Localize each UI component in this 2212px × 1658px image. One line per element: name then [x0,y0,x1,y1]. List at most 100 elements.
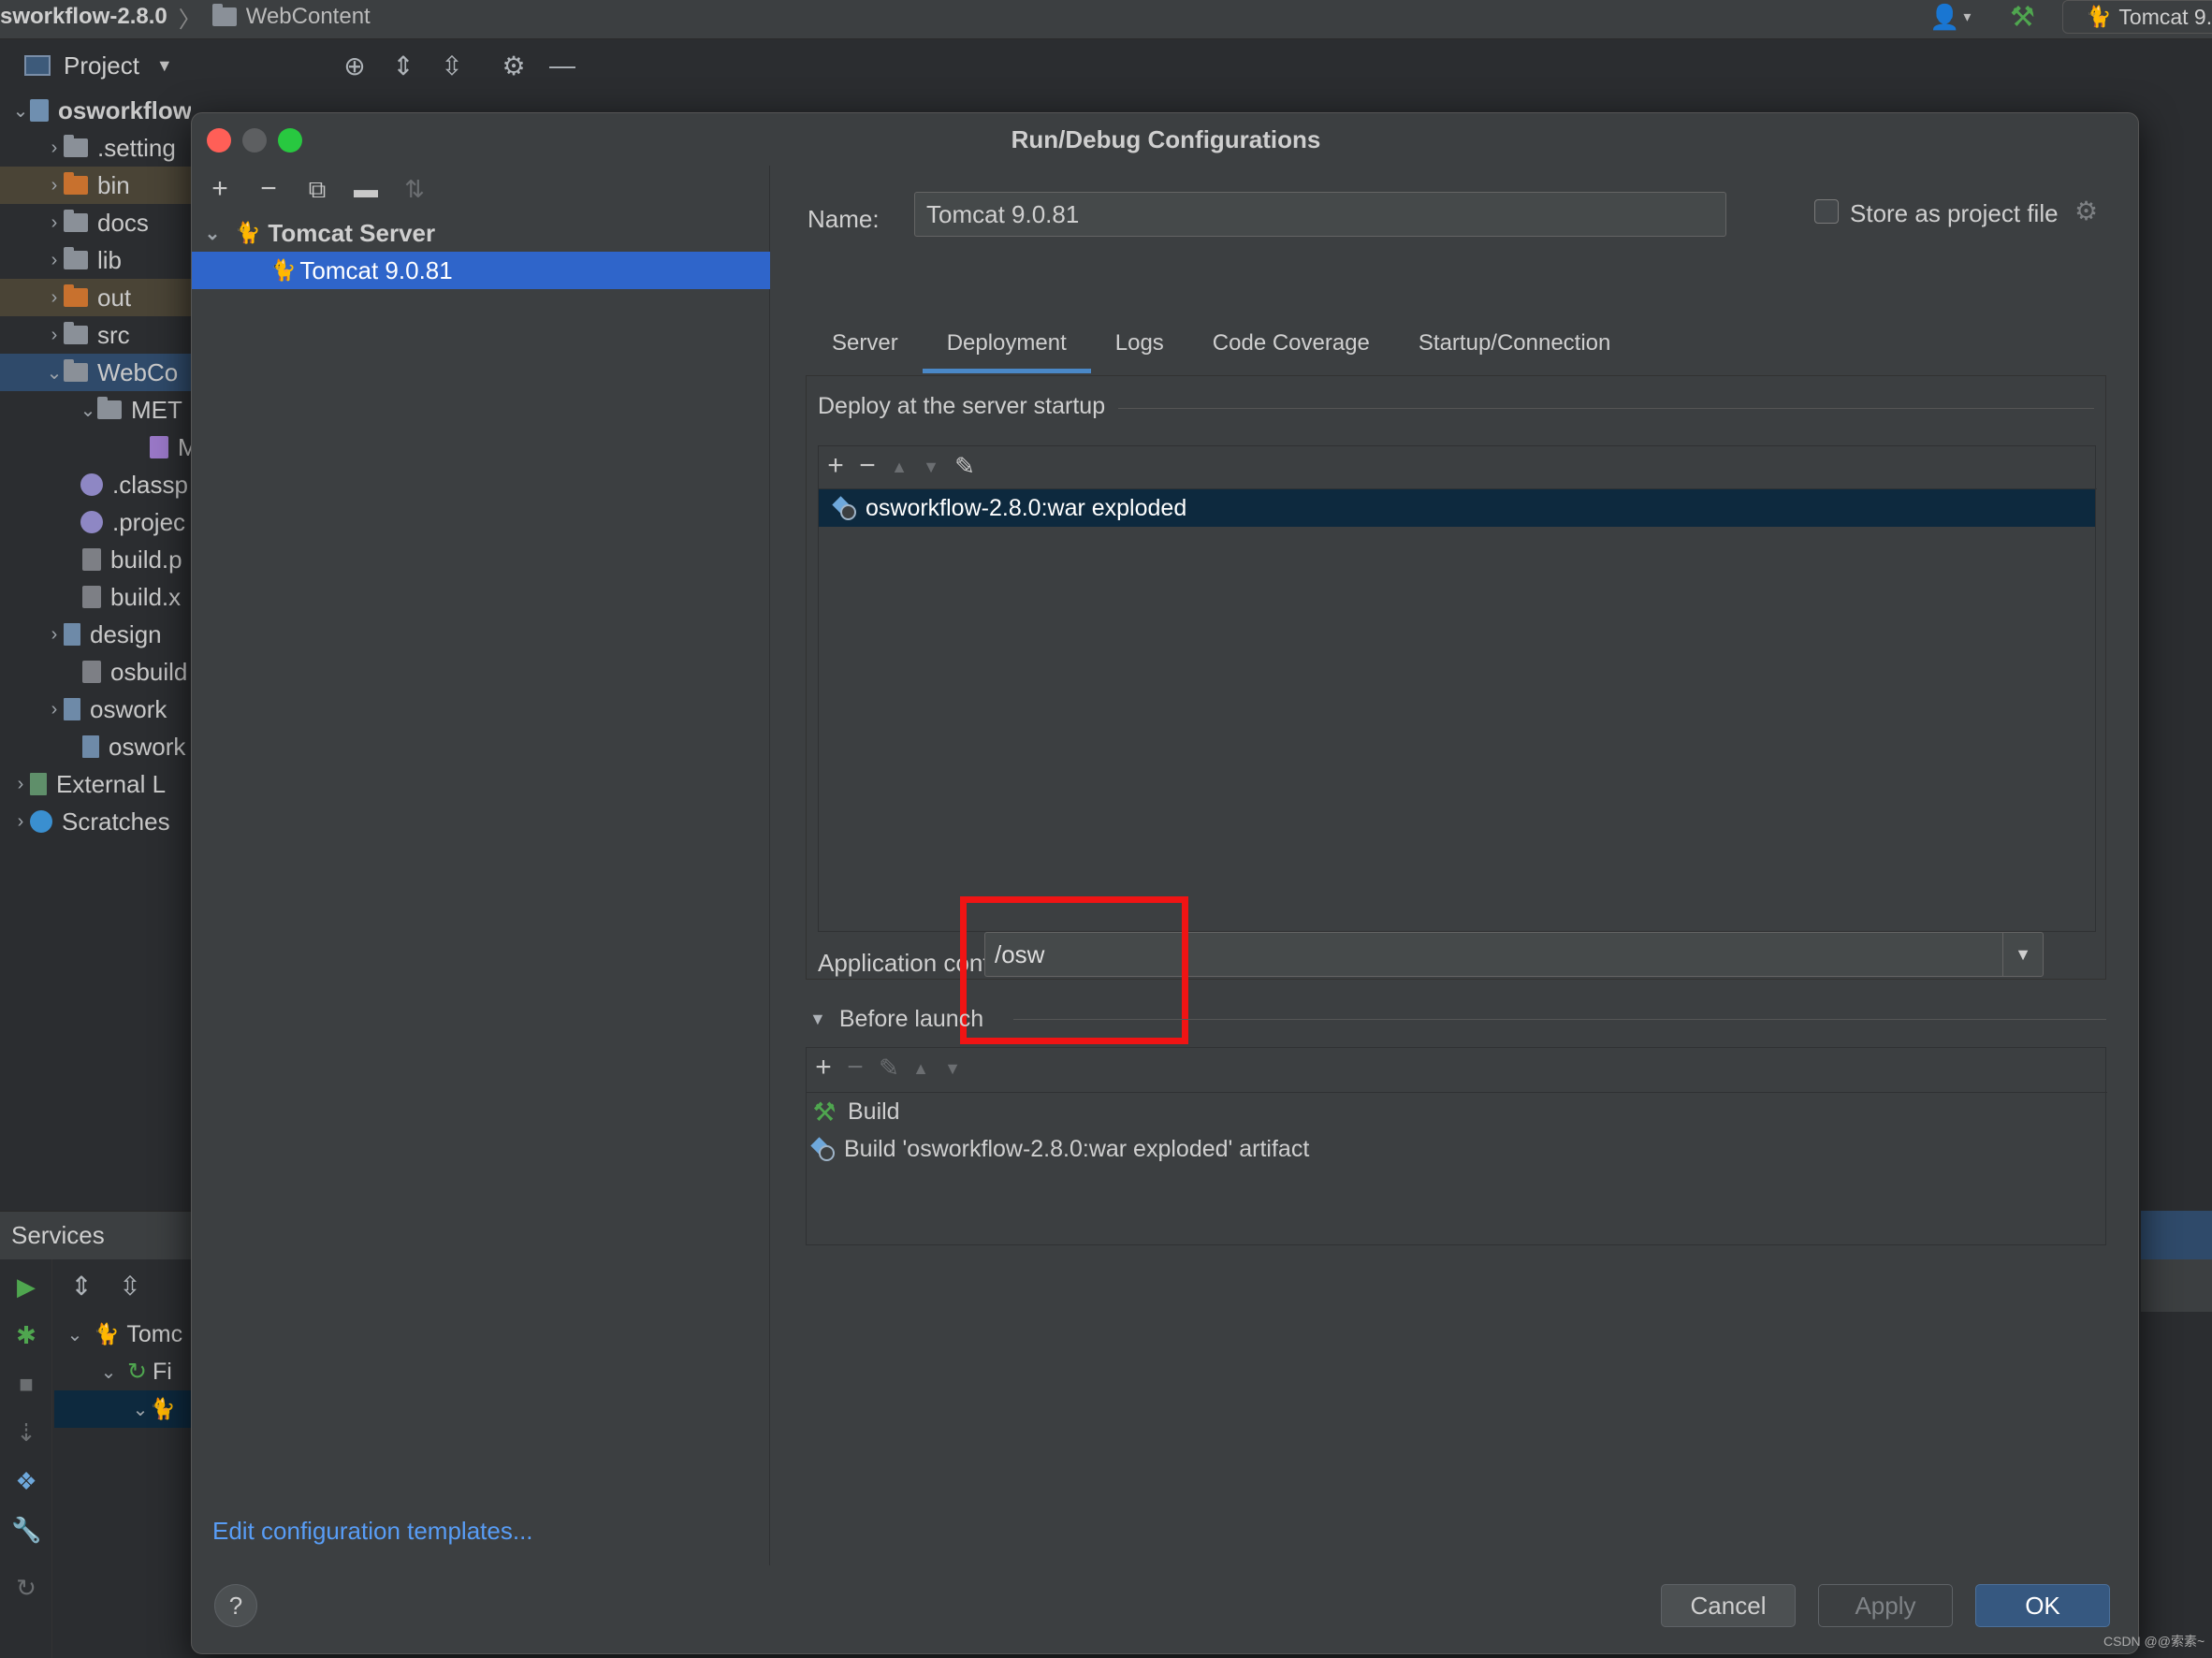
gear-icon[interactable]: ⚙ [498,51,530,81]
tree-item[interactable]: ⌄ MET [0,391,191,429]
tree-item[interactable]: › bin [0,167,191,204]
expand-all-icon[interactable]: ⇕ [387,51,419,81]
move-up-icon[interactable]: ▲ [904,1059,938,1079]
expand-all-icon[interactable]: ⇕ [65,1271,97,1302]
chevron-down-icon[interactable]: ▼ [156,56,173,76]
chevron-right-icon: › [51,211,58,233]
new-folder-icon[interactable]: ▬ [349,175,383,204]
tree-item[interactable]: build.p [0,541,191,578]
ant-build-file-icon [82,586,101,608]
tree-item-root[interactable]: ⌄ osworkflow-2.8.0 ~/workspace/idea_work… [0,92,191,129]
remove-icon[interactable]: − [838,1052,872,1084]
tree-item[interactable]: › design [0,616,191,653]
tab-code-coverage[interactable]: Code Coverage [1188,313,1394,373]
services-item[interactable]: ⌄ ↻ Fi [99,1353,172,1390]
tree-item[interactable]: M [0,429,191,466]
remove-icon[interactable]: − [252,173,285,205]
tab-deployment[interactable]: Deployment [922,313,1091,373]
services-title[interactable]: Services [11,1221,105,1250]
tree-item-label: MET [131,395,182,424]
tree-item-label: osworkflow-2.8.0 [58,95,191,124]
before-launch-header[interactable]: ▼ Before launch [806,1000,983,1038]
tree-item[interactable]: › Scratches [0,803,191,840]
tree-group-tomcat-server[interactable]: ⌄ 🐈 Tomcat Server [192,214,770,252]
before-launch-item[interactable]: ⚒ Build [807,1093,2107,1130]
help-button[interactable]: ? [214,1584,257,1627]
tree-item[interactable]: › lib [0,241,191,279]
locate-icon[interactable]: ⊕ [339,51,371,81]
store-as-project-file-checkbox[interactable] [1814,199,1839,224]
library-icon [64,698,80,720]
deploy-list-toolbar: + − ▲ ▼ ✎ [819,446,2097,489]
run-icon[interactable]: ▶ [11,1273,41,1302]
minimize-window-button[interactable] [242,128,267,153]
services-item-label: Tomc [126,1320,183,1347]
add-icon[interactable]: + [807,1052,840,1084]
breadcrumb-folder[interactable]: WebContent [246,4,371,30]
tree-item[interactable]: osbuild [0,653,191,691]
add-icon[interactable]: + [819,450,852,482]
tree-item-tomcat-config[interactable]: 🐈 Tomcat 9.0.81 [192,252,770,289]
chevron-down-icon: ⌄ [46,362,63,384]
tree-item-selected[interactable]: ⌄ WebCo [0,354,191,391]
tree-item[interactable]: oswork [0,728,191,765]
refresh-icon[interactable]: ↻ [11,1574,41,1603]
cancel-button[interactable]: Cancel [1661,1584,1796,1627]
tree-item-label: src [97,320,130,349]
move-down-icon[interactable]: ▼ [936,1059,969,1079]
tree-item[interactable]: › out [0,279,191,316]
user-icon[interactable]: 👤 ▾ [1929,0,1986,34]
tree-item[interactable]: › External L [0,765,191,803]
edit-configuration-templates-link[interactable]: Edit configuration templates... [212,1517,533,1546]
tab-server[interactable]: Server [808,313,923,373]
collapse-all-icon[interactable]: ⇳ [114,1271,146,1302]
build-hammer-icon[interactable]: ⚒ [2010,0,2044,34]
move-up-icon[interactable]: ▲ [882,458,916,477]
edit-pencil-icon[interactable]: ✎ [872,1054,906,1083]
artifact-icon[interactable]: ❖ [11,1467,41,1496]
chevron-down-icon[interactable]: ▼ [2002,932,2044,977]
services-item[interactable]: ⌄ 🐈 Tomc [65,1316,183,1353]
store-as-project-file-label[interactable]: Store as project file [1850,199,2059,228]
collapse-all-icon[interactable]: ⇳ [436,51,468,81]
tree-item[interactable]: › oswork [0,691,191,728]
deploy-section-title: Deploy at the server startup [818,393,1119,420]
folder-icon [64,322,88,344]
tree-item[interactable]: › src [0,316,191,354]
tree-item[interactable]: build.x [0,578,191,616]
apply-button[interactable]: Apply [1818,1584,1953,1627]
sort-icon[interactable]: ⇅ [398,175,431,204]
deploy-icon[interactable]: ⇣ [11,1418,41,1447]
remove-icon[interactable]: − [851,450,884,482]
close-window-button[interactable] [207,128,231,153]
tree-item[interactable]: .projec [0,503,191,541]
name-input[interactable] [914,192,1726,237]
hide-panel-icon[interactable]: — [546,51,578,80]
tomcat-icon: 🐈 [270,258,297,282]
zoom-window-button[interactable] [278,128,302,153]
breadcrumb-project[interactable]: sworkflow-2.8.0 [0,4,167,30]
edit-pencil-icon[interactable]: ✎ [948,452,982,481]
run-config-selector[interactable]: 🐈 Tomcat 9. [2062,0,2212,34]
tree-item[interactable]: .classp [0,466,191,503]
tree-item-label: bin [97,170,130,199]
services-item-selected[interactable]: ⌄ 🐈 [54,1390,191,1428]
wrench-icon[interactable]: 🔧 [11,1516,41,1545]
list-item-artifact[interactable]: osworkflow-2.8.0:war exploded [819,489,2095,527]
add-icon[interactable]: + [203,173,237,205]
tab-startup-connection[interactable]: Startup/Connection [1394,313,1635,373]
tree-item[interactable]: › .setting [0,129,191,167]
tab-logs[interactable]: Logs [1091,313,1188,373]
gear-icon[interactable]: ⚙ [2074,196,2098,226]
stop-icon[interactable]: ■ [11,1370,41,1399]
tree-item[interactable]: › docs [0,204,191,241]
project-panel-title[interactable]: Project [64,51,139,80]
copy-icon[interactable]: ⧉ [300,175,334,205]
tree-toolbar: + − ⧉ ▬ ⇅ [192,166,770,214]
move-down-icon[interactable]: ▼ [914,458,948,477]
ok-button[interactable]: OK [1975,1584,2110,1627]
tree-item-label: .projec [112,507,186,536]
before-launch-item[interactable]: Build 'osworkflow-2.8.0:war exploded' ar… [807,1130,2107,1168]
debug-icon[interactable]: ✱ [11,1321,41,1350]
tree-item-label: osbuild [110,657,188,686]
